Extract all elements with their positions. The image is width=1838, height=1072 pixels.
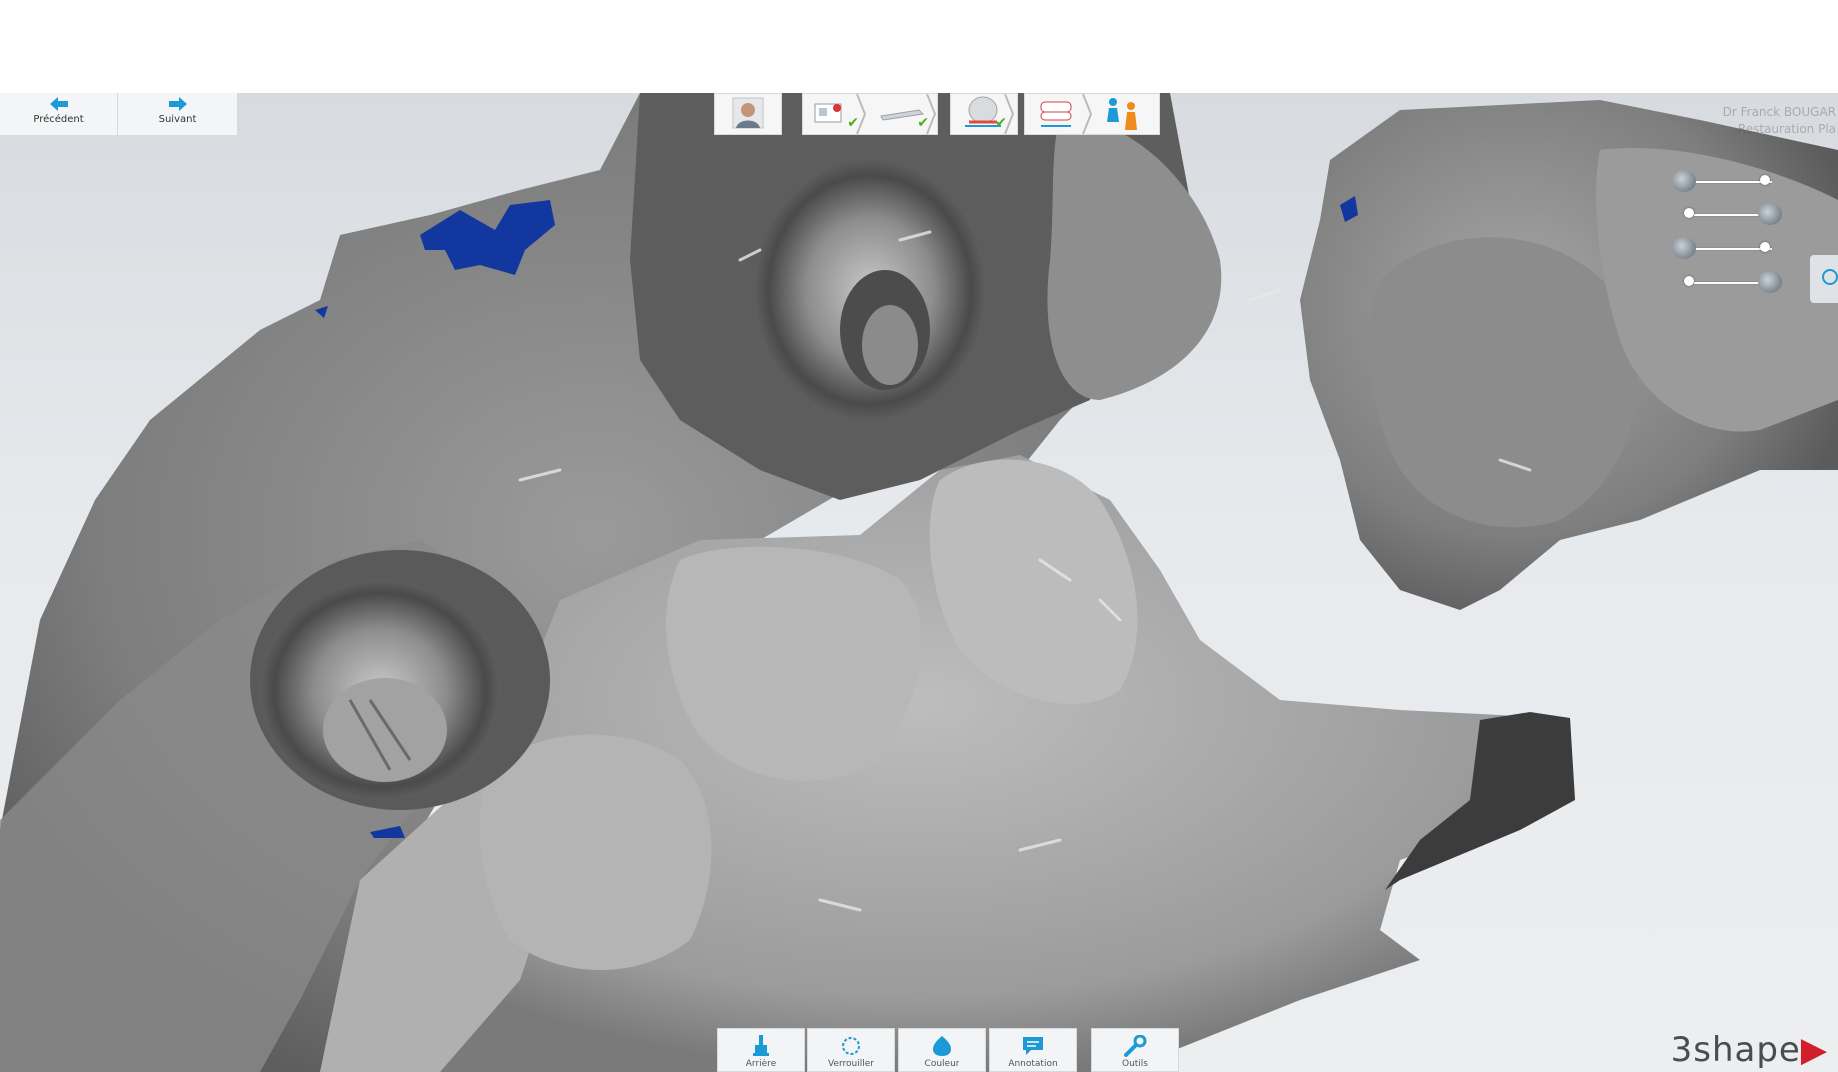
jaw-view-icon bbox=[1758, 271, 1782, 293]
workflow-step-3d-view[interactable]: ✔ bbox=[950, 93, 1018, 135]
workflow-step-send[interactable] bbox=[1095, 94, 1161, 134]
side-panel-tab[interactable] bbox=[1810, 255, 1838, 303]
tool-button-color[interactable]: Couleur bbox=[898, 1028, 986, 1072]
tooth-view-icon bbox=[1758, 203, 1782, 225]
doctor-lab-icon bbox=[1107, 98, 1137, 130]
tool-label: Couleur bbox=[924, 1059, 960, 1069]
tool-button-brush[interactable]: Arrière bbox=[717, 1028, 805, 1072]
wrench-icon bbox=[1124, 1035, 1147, 1057]
slider-knob[interactable] bbox=[1760, 175, 1770, 185]
slider-track bbox=[1686, 248, 1772, 250]
check-icon: ✔ bbox=[917, 115, 929, 131]
brand-accent: ▶ bbox=[1800, 1030, 1828, 1070]
slider-knob[interactable] bbox=[1684, 276, 1694, 286]
jaw-view-icon bbox=[1672, 237, 1696, 259]
check-icon: ✔ bbox=[995, 115, 1007, 131]
next-label: Suivant bbox=[158, 114, 197, 125]
3d-scan-viewport[interactable] bbox=[0, 93, 1838, 1072]
lasso-icon bbox=[842, 1037, 860, 1055]
tooth-view-icon bbox=[1672, 170, 1696, 192]
workflow-step-bite[interactable] bbox=[1025, 93, 1095, 135]
next-button[interactable]: Suivant bbox=[118, 93, 238, 135]
workflow-step-scan[interactable]: ✔ bbox=[869, 93, 939, 135]
tool-label: Verrouiller bbox=[828, 1059, 874, 1069]
teeth-bite-icon bbox=[1040, 93, 1093, 135]
top-bar-area bbox=[0, 0, 1838, 93]
previous-button[interactable]: Précédent bbox=[0, 93, 118, 135]
drop-icon bbox=[933, 1036, 951, 1056]
intraoral-scan-model[interactable] bbox=[0, 93, 1838, 1072]
check-icon: ✔ bbox=[847, 115, 859, 131]
slider-track bbox=[1686, 181, 1772, 183]
slider-knob[interactable] bbox=[1760, 242, 1770, 252]
view-slider-3[interactable] bbox=[1672, 237, 1782, 261]
brand-name: 3shape bbox=[1670, 1030, 1801, 1070]
previous-label: Précédent bbox=[33, 114, 84, 125]
tool-label: Arrière bbox=[745, 1059, 777, 1069]
brush-icon bbox=[753, 1035, 769, 1056]
user-info: Dr Franck BOUGAR Restauration Pla bbox=[1723, 104, 1836, 138]
restoration-type: Restauration Pla bbox=[1737, 122, 1836, 136]
view-slider-4[interactable] bbox=[1680, 271, 1790, 295]
order-form-icon bbox=[814, 93, 867, 135]
search-icon bbox=[1822, 269, 1838, 285]
3d-model-icon bbox=[965, 93, 1015, 135]
slider-knob[interactable] bbox=[1684, 208, 1694, 218]
brand-logo: 3shape▶ bbox=[1671, 1030, 1828, 1070]
arrow-left-icon bbox=[49, 97, 68, 111]
tool-button-lasso[interactable]: Verrouiller bbox=[807, 1028, 895, 1072]
tool-label: Annotation bbox=[1008, 1059, 1058, 1069]
view-slider-1[interactable] bbox=[1672, 170, 1782, 194]
comment-icon bbox=[1023, 1037, 1043, 1055]
workflow-step-order-form[interactable]: ✔ bbox=[803, 93, 869, 135]
doctor-name: Dr Franck BOUGAR bbox=[1722, 105, 1836, 119]
workflow-steps-group-2 bbox=[1024, 93, 1160, 135]
tool-button-tools[interactable]: Outils bbox=[1091, 1028, 1179, 1072]
arrow-right-icon bbox=[168, 97, 187, 111]
workflow-step-patient[interactable] bbox=[714, 93, 782, 135]
workflow-steps-group: ✔ ✔ bbox=[802, 93, 938, 135]
tool-label: Outils bbox=[1121, 1059, 1148, 1069]
patient-photo-icon bbox=[732, 97, 764, 129]
view-slider-2[interactable] bbox=[1680, 203, 1790, 227]
tool-button-annotation[interactable]: Annotation bbox=[989, 1028, 1077, 1072]
